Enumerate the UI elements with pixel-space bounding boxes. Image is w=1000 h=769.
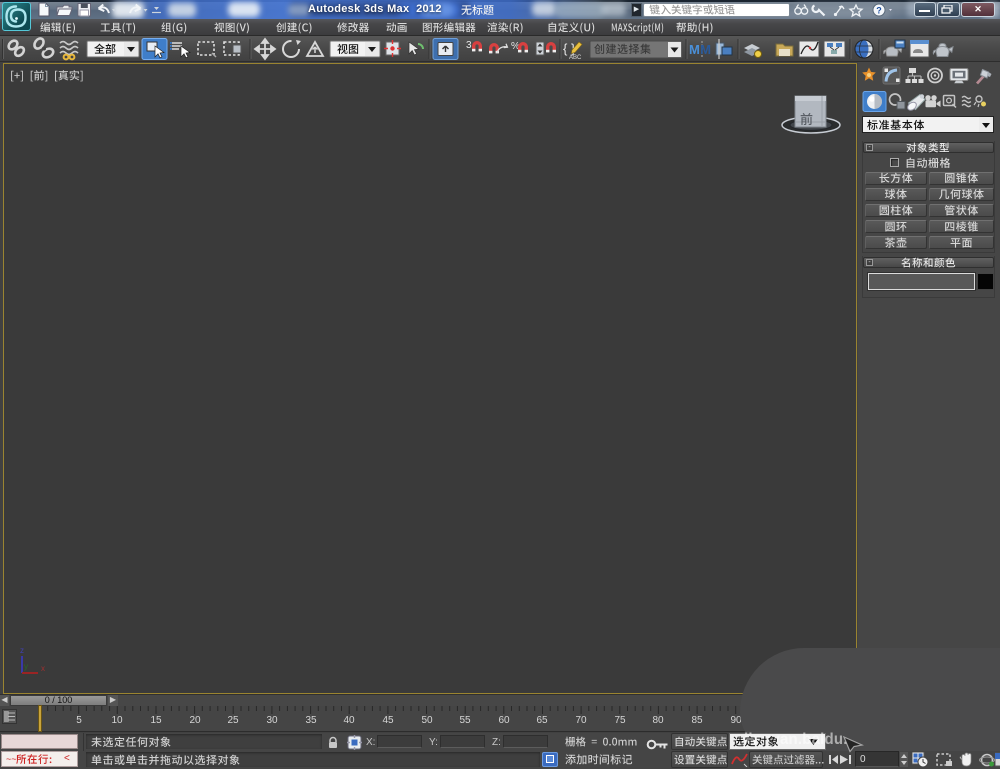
svg-text:ABC: ABC bbox=[569, 55, 582, 61]
svg-text:3: 3 bbox=[466, 40, 472, 51]
svg-text:x: x bbox=[41, 664, 45, 673]
svg-text:M: M bbox=[700, 42, 711, 57]
svg-text:?: ? bbox=[876, 6, 882, 16]
svg-text:z: z bbox=[20, 646, 24, 655]
svg-text:y: y bbox=[24, 662, 28, 671]
svg-text:M: M bbox=[689, 42, 700, 57]
